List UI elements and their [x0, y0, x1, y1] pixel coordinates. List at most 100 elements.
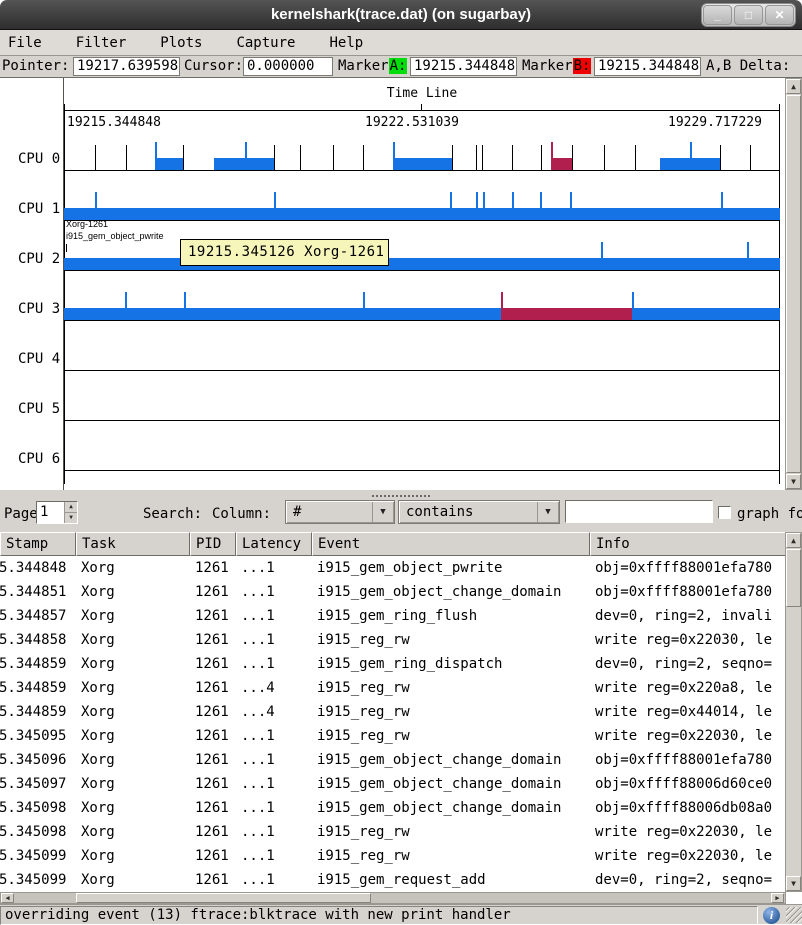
- marker-b-badge[interactable]: B:: [573, 58, 591, 74]
- graph-vertical-scrollbar[interactable]: ▲ ▼: [785, 78, 802, 490]
- menu-file[interactable]: File: [8, 35, 42, 51]
- table-row[interactable]: 5.345099Xorg1261...1i915_gem_request_add…: [0, 868, 786, 892]
- scroll-up-icon[interactable]: ▲: [786, 533, 801, 548]
- window-controls: _ □ ✕: [701, 3, 796, 27]
- table-row[interactable]: 5.344851Xorg1261...1i915_gem_object_chan…: [0, 580, 786, 604]
- cell-info: write reg=0x22030, le: [590, 724, 786, 748]
- table-row[interactable]: 5.344858Xorg1261...1i915_reg_rwwrite reg…: [0, 628, 786, 652]
- table-row[interactable]: 5.344857Xorg1261...1i915_gem_ring_flushd…: [0, 604, 786, 628]
- table-row[interactable]: 5.344848Xorg1261...1i915_gem_object_pwri…: [0, 556, 786, 580]
- task-bar[interactable]: [155, 158, 183, 170]
- spin-up-icon[interactable]: ▲: [65, 502, 77, 512]
- spin-down-icon[interactable]: ▼: [65, 512, 77, 522]
- graph-follows-checkbox[interactable]: [718, 506, 731, 519]
- cell-info: write reg=0x22030, le: [590, 628, 786, 652]
- table-row[interactable]: 5.345097Xorg1261...1i915_gem_object_chan…: [0, 772, 786, 796]
- event-tick: [476, 145, 477, 170]
- cell-latency: ...1: [236, 772, 312, 796]
- cpu-lane[interactable]: [64, 240, 780, 270]
- column-header-latency[interactable]: Latency: [236, 532, 312, 556]
- cell-pid: 1261: [190, 724, 236, 748]
- hscrollbar-thumb[interactable]: [76, 893, 371, 903]
- task-bar[interactable]: [64, 258, 780, 270]
- scroll-left-icon[interactable]: ◀: [1, 893, 14, 903]
- task-bar[interactable]: [214, 158, 274, 170]
- table-vertical-scrollbar[interactable]: ▲ ▼: [785, 532, 802, 892]
- search-label: Search:: [143, 506, 202, 522]
- column-header-event[interactable]: Event: [312, 532, 590, 556]
- table-row[interactable]: 5.345098Xorg1261...1i915_reg_rwwrite reg…: [0, 820, 786, 844]
- column-select[interactable]: # ▼: [285, 500, 395, 524]
- timeline-graph[interactable]: Time Line 19215.344848 19222.531039 1922…: [0, 78, 802, 490]
- task-bar[interactable]: [501, 308, 632, 320]
- cpu-lane[interactable]: [64, 390, 780, 420]
- table-row[interactable]: 5.345096Xorg1261...1i915_gem_object_chan…: [0, 748, 786, 772]
- column-header-info[interactable]: Info: [590, 532, 786, 556]
- close-icon[interactable]: ✕: [765, 5, 794, 25]
- cpu-lane[interactable]: [64, 340, 780, 370]
- axis-tick-label-left: 19215.344848: [67, 115, 161, 130]
- maximize-icon[interactable]: □: [734, 5, 763, 25]
- cpu-lane[interactable]: [64, 440, 780, 470]
- event-tick: [126, 145, 127, 170]
- cell-task: Xorg: [76, 796, 190, 820]
- event-tick: [452, 145, 453, 170]
- event-tick: [363, 292, 365, 320]
- page-spinner[interactable]: 1 ▲ ▼: [36, 501, 78, 524]
- scroll-right-icon[interactable]: ▶: [771, 893, 784, 903]
- scroll-down-icon[interactable]: ▼: [786, 876, 801, 891]
- minimize-icon[interactable]: _: [703, 5, 732, 25]
- table-row[interactable]: 5.344859Xorg1261...4i915_reg_rwwrite reg…: [0, 676, 786, 700]
- column-header-pid[interactable]: PID: [190, 532, 236, 556]
- menu-capture[interactable]: Capture: [236, 35, 295, 51]
- cell-latency: ...1: [236, 580, 312, 604]
- cell-task: Xorg: [76, 580, 190, 604]
- task-bar[interactable]: [64, 208, 780, 220]
- match-select[interactable]: contains ▼: [398, 500, 560, 524]
- scroll-down-icon[interactable]: ▼: [786, 474, 801, 489]
- cell-latency: ...1: [236, 652, 312, 676]
- table-row[interactable]: 5.345098Xorg1261...1i915_gem_object_chan…: [0, 796, 786, 820]
- pane-splitter-handle[interactable]: [372, 495, 430, 497]
- cell-event: i915_reg_rw: [312, 724, 590, 748]
- column-header-task[interactable]: Task: [76, 532, 190, 556]
- cell-event: i915_gem_ring_dispatch: [312, 652, 590, 676]
- event-tick: [184, 292, 186, 320]
- cpu-lane[interactable]: [64, 190, 780, 220]
- cpu-lane[interactable]: [64, 140, 780, 170]
- table-row[interactable]: 5.344859Xorg1261...4i915_reg_rwwrite reg…: [0, 700, 786, 724]
- event-tick: [274, 145, 275, 170]
- task-bar[interactable]: [64, 308, 780, 320]
- cell-latency: ...1: [236, 820, 312, 844]
- table-scrollbar-thumb[interactable]: [786, 549, 801, 607]
- cell-stamp: 5.345099: [0, 844, 76, 868]
- spinner-arrows[interactable]: ▲ ▼: [64, 502, 77, 523]
- menu-plots[interactable]: Plots: [160, 35, 202, 51]
- cell-latency: ...1: [236, 868, 312, 892]
- info-icon[interactable]: i: [763, 907, 780, 924]
- marker-a-badge[interactable]: A:: [389, 58, 407, 74]
- cpu-label: CPU 4: [18, 351, 60, 367]
- task-bar[interactable]: [393, 158, 452, 170]
- cell-pid: 1261: [190, 628, 236, 652]
- cell-pid: 1261: [190, 796, 236, 820]
- menu-help[interactable]: Help: [329, 35, 363, 51]
- table-horizontal-scrollbar[interactable]: ◀ ▶: [0, 892, 786, 904]
- task-bar[interactable]: [551, 158, 572, 170]
- cell-stamp: 5.345098: [0, 820, 76, 844]
- table-row[interactable]: 5.344859Xorg1261...1i915_gem_ring_dispat…: [0, 652, 786, 676]
- table-row[interactable]: 5.345099Xorg1261...1i915_reg_rwwrite reg…: [0, 844, 786, 868]
- search-input[interactable]: [565, 500, 713, 523]
- column-header-stamp[interactable]: Stamp: [0, 532, 76, 556]
- menu-filter[interactable]: Filter: [76, 35, 127, 51]
- cell-latency: ...1: [236, 556, 312, 580]
- chevron-down-icon: ▼: [537, 502, 558, 522]
- cpu-lane[interactable]: [64, 290, 780, 320]
- cursor-label: Cursor:: [184, 58, 243, 74]
- resize-grip[interactable]: [786, 907, 802, 923]
- axis-tick-label-right: 19229.717229: [668, 115, 762, 130]
- table-row[interactable]: 5.345095Xorg1261...1i915_reg_rwwrite reg…: [0, 724, 786, 748]
- cell-latency: ...1: [236, 604, 312, 628]
- scroll-up-icon[interactable]: ▲: [786, 79, 801, 94]
- graph-scrollbar-thumb[interactable]: [786, 95, 801, 473]
